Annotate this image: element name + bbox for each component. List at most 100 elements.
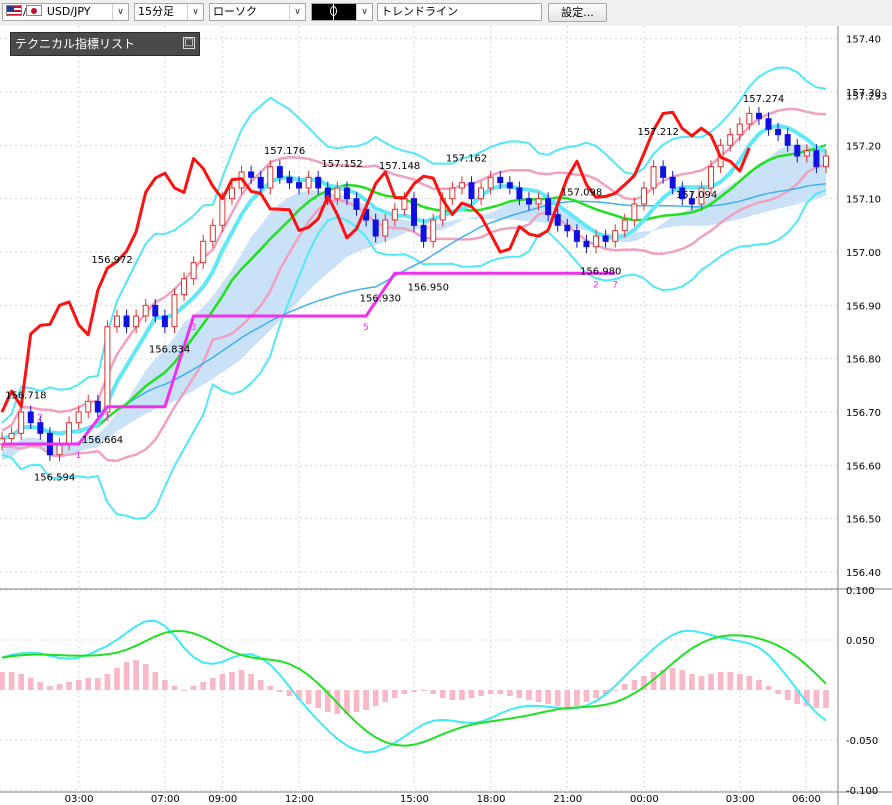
candle-body [631,203,638,221]
candle-body [545,198,552,216]
candle-body [267,166,274,189]
candle-body [171,294,178,328]
macd-histogram-bar [459,690,465,700]
currency-pair-select[interactable]: / USD/JPY ∨ [2,3,129,21]
timeframe-value: 15分足 [138,5,174,18]
candle-body [133,315,140,328]
macd-histogram-bar [708,674,714,690]
macd-histogram-bar [813,690,820,708]
candle-body [478,187,485,200]
chart-type-select[interactable]: ローソク ∨ [209,3,306,21]
candle-body [219,198,226,226]
price-annotation: 156.930 [360,293,401,304]
zigzag-label: 3 [191,323,197,333]
macd-histogram-bar [391,690,398,698]
candle-body [209,224,216,242]
macd-histogram-bar [545,690,551,704]
macd-histogram-bar [717,672,724,690]
jp-flag-icon [26,5,43,16]
candle-body [621,219,628,232]
macd-histogram-bar [535,690,542,702]
y-tick-label: 156.80 [846,355,881,366]
price-annotation: 157.098 [561,188,602,199]
macd-histogram-bar [382,690,389,702]
macd-histogram-bar [583,690,590,702]
zigzag-label: 7 [612,280,618,290]
candle-body [458,182,465,189]
candle-body [602,235,609,242]
candle-body [736,123,743,136]
macd-histogram-bar [85,678,92,690]
candle-body [593,235,600,248]
macd-histogram-bar [439,690,446,698]
price-annotation: 156.718 [5,390,46,401]
candle-body [305,176,312,189]
macd-histogram-bar [37,682,44,690]
candle-body [420,224,427,242]
y-tick-label: 156.60 [846,461,881,472]
macd-histogram-bar [66,682,72,690]
x-tick-label: 03:00 [726,794,755,805]
macd-histogram-bar [363,690,369,710]
chevron-down-icon: ∨ [289,4,305,20]
candle-body [516,187,523,200]
price-annotation: 157.274 [743,94,784,105]
macd-histogram-bar [727,672,734,690]
candle-body [765,118,772,130]
candle-body [755,112,762,120]
candle-body [296,182,303,189]
macd-histogram-bar [679,670,686,690]
indicator-list-panel[interactable]: テクニカル指標リスト □ [10,32,200,56]
draw-mode-select[interactable]: ∨ [311,3,373,21]
candle-body [525,198,532,205]
macd-histogram-bar [430,690,437,694]
macd-histogram-bar [823,690,829,708]
drawing-tool-field[interactable]: トレンドライン [377,3,542,21]
price-annotation: 156.972 [91,255,132,266]
macd-histogram-bar [411,690,417,692]
macd-histogram-bar [133,660,139,690]
x-tick-label: 00:00 [630,794,659,805]
settings-button[interactable]: 設定... [548,3,607,22]
macd-histogram-bar [784,690,791,700]
candle-body [746,112,753,125]
timeframe-select[interactable]: 15分足 ∨ [134,3,204,21]
candle-body [650,166,657,189]
macd-histogram-bar [554,690,561,706]
zigzag-label: 1 [76,451,82,461]
chevron-down-icon: ∨ [356,4,372,20]
price-annotation: 156.834 [149,345,190,356]
collapse-icon[interactable]: □ [183,37,195,49]
currency-pair-value: USD/JPY [46,5,91,18]
candle-body [334,187,341,200]
macd-histogram-bar [478,690,484,696]
macd-histogram-bar [0,672,5,690]
macd-histogram-bar [104,674,111,690]
macd-histogram-bar [775,690,781,694]
candle-body [497,176,504,184]
y-tick-label: 157.00 [846,248,881,259]
price-annotation: 156.594 [34,473,75,484]
candle-body [813,150,820,168]
macd-histogram-bar [75,680,82,690]
price-annotation: 157.094 [676,190,717,201]
macd-histogram-bar [631,680,638,690]
macd-y-tick-label: -0.100 [846,786,878,797]
macd-histogram-bar [267,686,274,690]
macd-histogram-bar [305,690,312,704]
y-tick-label: 156.90 [846,301,881,312]
macd-histogram-bar [114,668,120,690]
candle-body [200,240,207,264]
chart-area: 157.40157.30157.20157.10157.00156.90156.… [0,26,892,805]
candle-body [660,166,667,178]
price-annotation: 157.162 [446,154,487,165]
macd-histogram-bar [506,690,513,696]
macd-histogram-bar [420,690,427,691]
macd-histogram-bar [238,670,245,690]
candle-body [353,198,360,210]
candle-body [181,278,188,296]
drawing-tool-value: トレンドライン [381,5,458,18]
macd-histogram-bar [353,690,360,712]
x-tick-label: 15:00 [400,794,429,805]
price-annotation: 156.950 [408,283,449,294]
